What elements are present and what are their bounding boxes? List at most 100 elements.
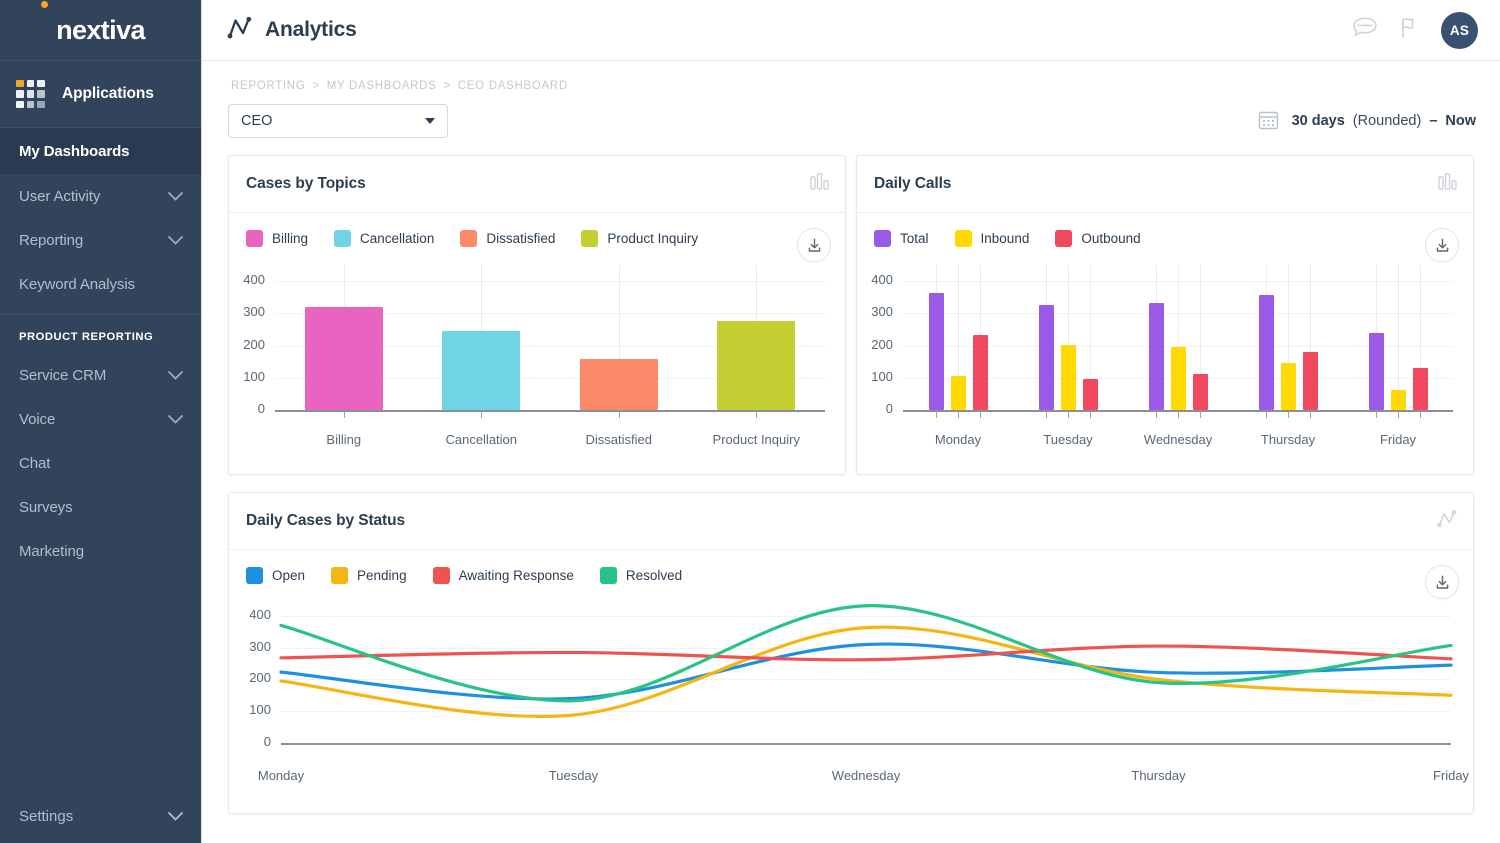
legend-item-product-inquiry[interactable]: Product Inquiry — [581, 230, 698, 247]
legend-daily-cases-by-status: Open Pending Awaiting Response Resolved — [229, 550, 1473, 584]
bar[interactable] — [1192, 373, 1208, 410]
breadcrumb-item-my-dashboards[interactable]: MY DASHBOARDS — [327, 80, 437, 92]
legend-item-open[interactable]: Open — [246, 567, 305, 584]
bar[interactable] — [1302, 352, 1318, 410]
date-range-picker[interactable]: 30 days (Rounded) – Now — [1258, 109, 1478, 134]
legend-swatch — [1055, 230, 1073, 247]
bar[interactable] — [1258, 294, 1274, 410]
bar[interactable] — [1368, 333, 1384, 410]
dashboard-select[interactable]: CEO — [228, 104, 448, 138]
x-axis-tick — [1398, 411, 1399, 418]
sidebar-item-surveys[interactable]: Surveys — [0, 485, 201, 529]
legend-item-total[interactable]: Total — [874, 230, 929, 247]
app-root: nextiva Applications My Dashboards User … — [0, 0, 1500, 843]
bar[interactable] — [972, 334, 988, 410]
bar[interactable] — [928, 293, 944, 410]
x-axis-tick-label: Friday — [1432, 768, 1470, 783]
legend-swatch — [334, 230, 352, 247]
bar[interactable] — [304, 306, 383, 410]
legend-label: Awaiting Response — [458, 568, 574, 583]
main-area: Analytics AS REPORTING > MY DASHBOARDS >… — [202, 0, 1500, 843]
sidebar-item-my-dashboards[interactable]: My Dashboards — [0, 128, 201, 174]
legend-item-billing[interactable]: Billing — [246, 230, 308, 247]
gridline — [275, 281, 825, 283]
dashboard-toolbar: CEO 30 days (Rounded) – Now — [228, 92, 1478, 138]
bar[interactable] — [442, 331, 521, 410]
legend-label: Open — [272, 568, 306, 583]
x-axis-tick-label: Friday — [1379, 432, 1417, 447]
brand-name: nextiva — [56, 14, 145, 45]
bar[interactable] — [950, 375, 966, 410]
line-series[interactable] — [279, 644, 1453, 662]
bar[interactable] — [1412, 367, 1428, 410]
bar[interactable] — [1280, 362, 1296, 410]
legend-label: Product Inquiry — [607, 231, 699, 246]
legend-label: Dissatisfied — [486, 231, 556, 246]
legend-item-cancellation[interactable]: Cancellation — [334, 230, 434, 247]
legend-daily-calls: Total Inbound Outbound — [857, 213, 1473, 247]
legend-label: Resolved — [625, 568, 683, 583]
legend-item-resolved[interactable]: Resolved — [599, 567, 683, 584]
legend-label: Cancellation — [360, 231, 435, 246]
legend-item-outbound[interactable]: Outbound — [1055, 230, 1141, 247]
sidebar-item-voice[interactable]: Voice — [0, 397, 201, 441]
x-axis-tick — [1046, 411, 1047, 418]
flag-icon[interactable] — [1399, 16, 1421, 45]
bar[interactable] — [1038, 305, 1054, 410]
bar[interactable] — [1390, 390, 1406, 410]
sidebar-item-label: User Activity — [19, 187, 101, 205]
content-area: REPORTING > MY DASHBOARDS > CEO DASHBOAR… — [202, 61, 1500, 843]
x-axis-tick — [1310, 411, 1311, 418]
y-axis-tick-label: 300 — [871, 304, 893, 320]
x-axis-tick — [980, 411, 981, 418]
sidebar-item-keyword-analysis[interactable]: Keyword Analysis — [0, 262, 201, 306]
sidebar-item-reporting[interactable]: Reporting — [0, 218, 201, 262]
x-axis-tick — [1068, 411, 1069, 418]
sidebar-item-service-crm[interactable]: Service CRM — [0, 353, 201, 397]
sidebar-item-label: Marketing — [19, 542, 84, 560]
chevron-down-icon — [425, 118, 435, 124]
breadcrumb-item-reporting[interactable]: REPORTING — [231, 80, 305, 92]
card-title: Daily Cases by Status — [246, 512, 406, 529]
bar[interactable] — [1148, 303, 1164, 410]
sidebar-item-marketing[interactable]: Marketing — [0, 529, 201, 573]
sidebar-item-label: Reporting — [19, 231, 84, 249]
line-chart-icon[interactable] — [1437, 509, 1457, 533]
sidebar-item-label: Service CRM — [19, 366, 107, 384]
legend-item-awaiting-response[interactable]: Awaiting Response — [432, 567, 574, 584]
bar-chart-icon[interactable] — [1438, 172, 1457, 196]
sidebar-item-user-activity[interactable]: User Activity — [0, 174, 201, 218]
sidebar-item-label: Voice — [19, 410, 56, 428]
brand-logo[interactable]: nextiva — [0, 0, 201, 61]
bar[interactable] — [1060, 344, 1076, 410]
x-axis-tick-label: Dissatisfied — [585, 432, 652, 447]
legend-cases-by-topics: Billing Cancellation Dissatisfied Produc… — [229, 213, 845, 247]
brand-accent-dot — [41, 1, 48, 8]
avatar[interactable]: AS — [1441, 11, 1478, 49]
bar-chart-icon[interactable] — [810, 172, 829, 196]
legend-item-inbound[interactable]: Inbound — [954, 230, 1030, 247]
bar[interactable] — [717, 320, 796, 410]
legend-label: Inbound — [980, 231, 1030, 246]
chat-bubble-icon[interactable] — [1351, 16, 1379, 45]
bar[interactable] — [1170, 347, 1186, 410]
legend-item-dissatisfied[interactable]: Dissatisfied — [460, 230, 555, 247]
sidebar-nav-primary: My Dashboards User Activity Reporting Ke… — [0, 128, 201, 306]
plot-cases-by-topics: 0 100 200 300 400 Billing Cancellation Dissatis… — [229, 247, 845, 474]
breadcrumb-item-ceo-dashboard[interactable]: CEO DASHBOARD — [458, 80, 568, 92]
y-axis-tick-label: 200 — [243, 336, 265, 352]
sidebar-item-settings[interactable]: Settings — [0, 793, 201, 839]
bar[interactable] — [579, 359, 658, 410]
y-axis-tick-label: 100 — [243, 368, 265, 384]
x-axis-tick — [1376, 411, 1377, 418]
legend-label: Pending — [357, 568, 407, 583]
date-range-days: 30 days — [1291, 113, 1345, 129]
plot-daily-cases-by-status: 0 100 200 300 400 Monday Tuesday Wednesday Thurs… — [229, 584, 1473, 813]
page-title-group: Analytics — [226, 14, 357, 46]
applications-button[interactable]: Applications — [0, 61, 201, 128]
x-axis-tick — [1200, 411, 1201, 418]
legend-item-pending[interactable]: Pending — [331, 567, 407, 584]
charts-row-bottom: Daily Cases by Status Open Pending Await… — [228, 475, 1478, 814]
bar[interactable] — [1082, 379, 1098, 410]
sidebar-item-chat[interactable]: Chat — [0, 441, 201, 485]
